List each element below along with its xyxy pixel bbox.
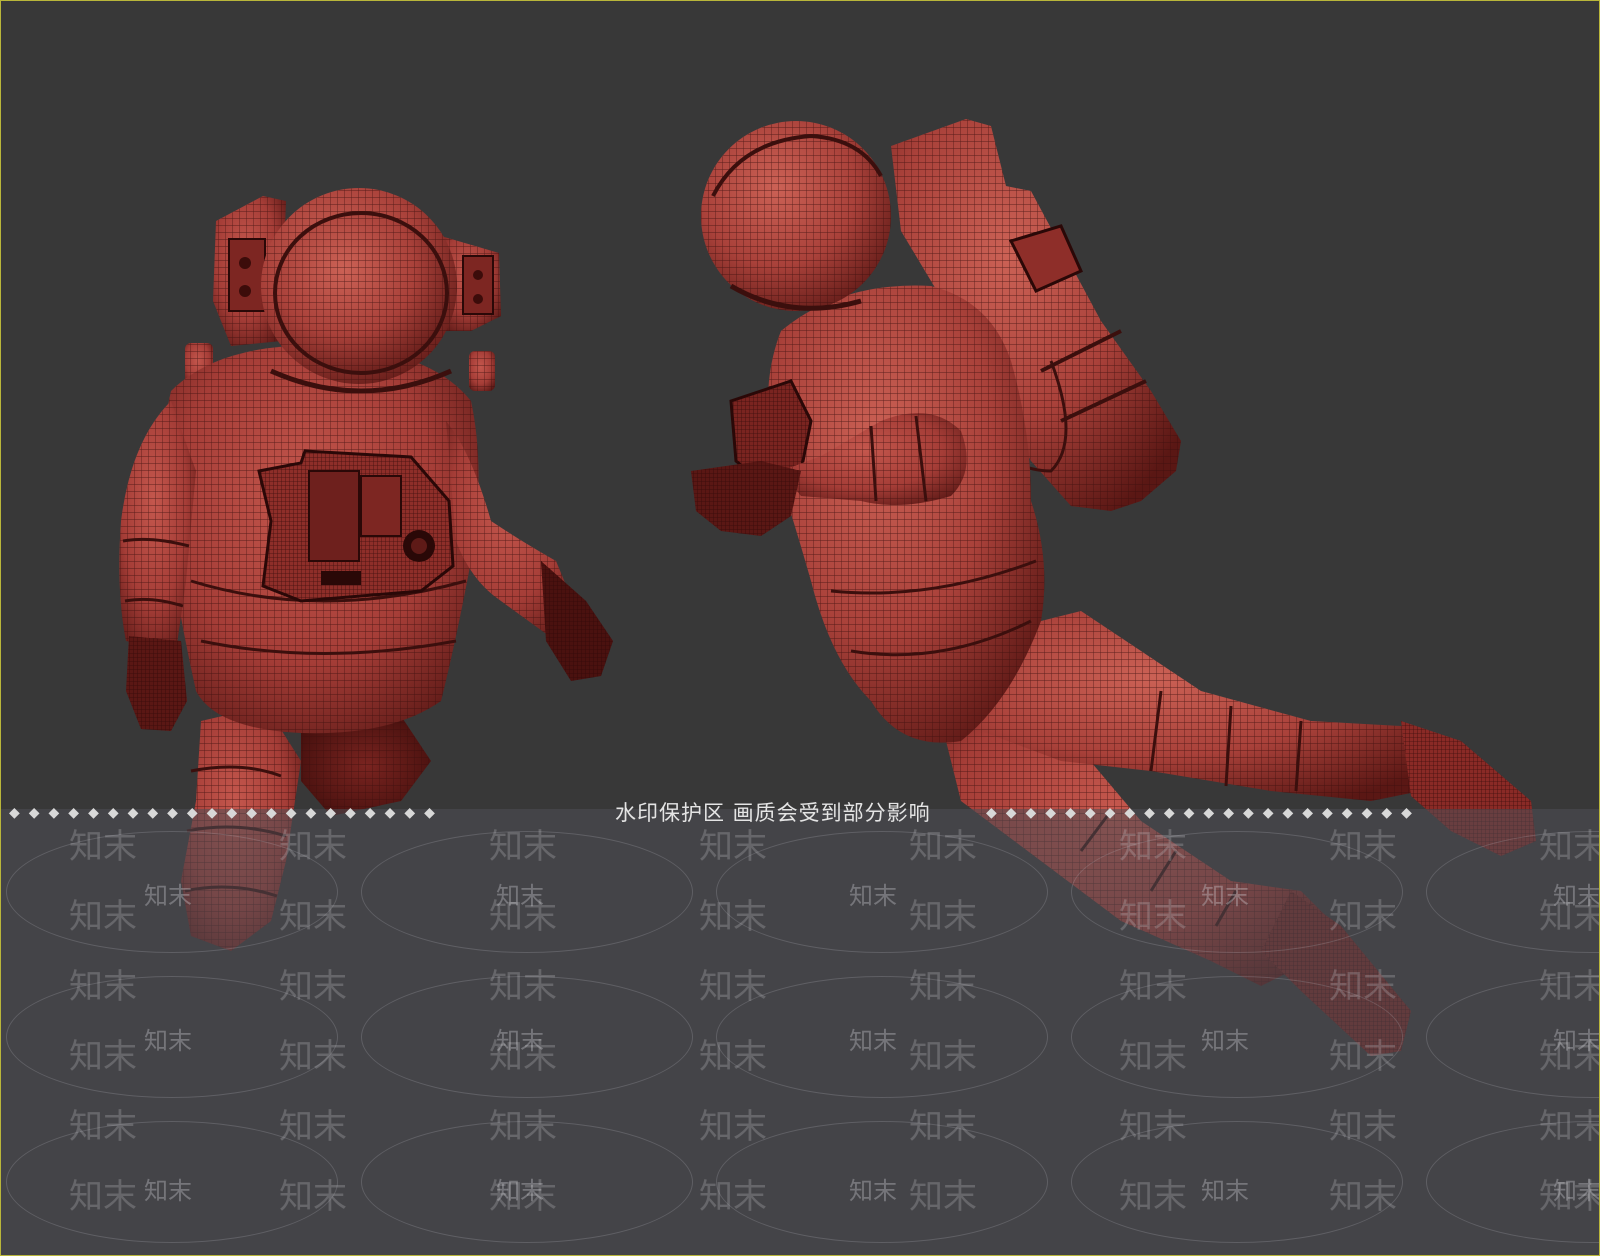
- watermark-strip: ◆◆◆◆◆◆◆◆◆◆◆◆◆◆◆◆◆◆◆◆◆◆ 水印保护区 画质会受到部分影响 ◆…: [1, 799, 1599, 827]
- watermark-band: [1, 809, 1599, 1255]
- watermark-dots-left: ◆◆◆◆◆◆◆◆◆◆◆◆◆◆◆◆◆◆◆◆◆◆: [9, 805, 444, 821]
- torso: [163, 345, 479, 734]
- arm-left: [119, 401, 196, 731]
- helmet-side: [701, 121, 891, 311]
- chest-control-panel: [257, 449, 455, 603]
- watermark-notice: 水印保护区 画质会受到部分影响: [615, 801, 931, 825]
- watermark-dots-right: ◆◆◆◆◆◆◆◆◆◆◆◆◆◆◆◆◆◆◆◆◆◆: [986, 805, 1421, 821]
- viewport: 知末知末知末知末知末知末知末知末知末知末知末知末知末知末知末知末知末知末知末知末…: [0, 0, 1600, 1256]
